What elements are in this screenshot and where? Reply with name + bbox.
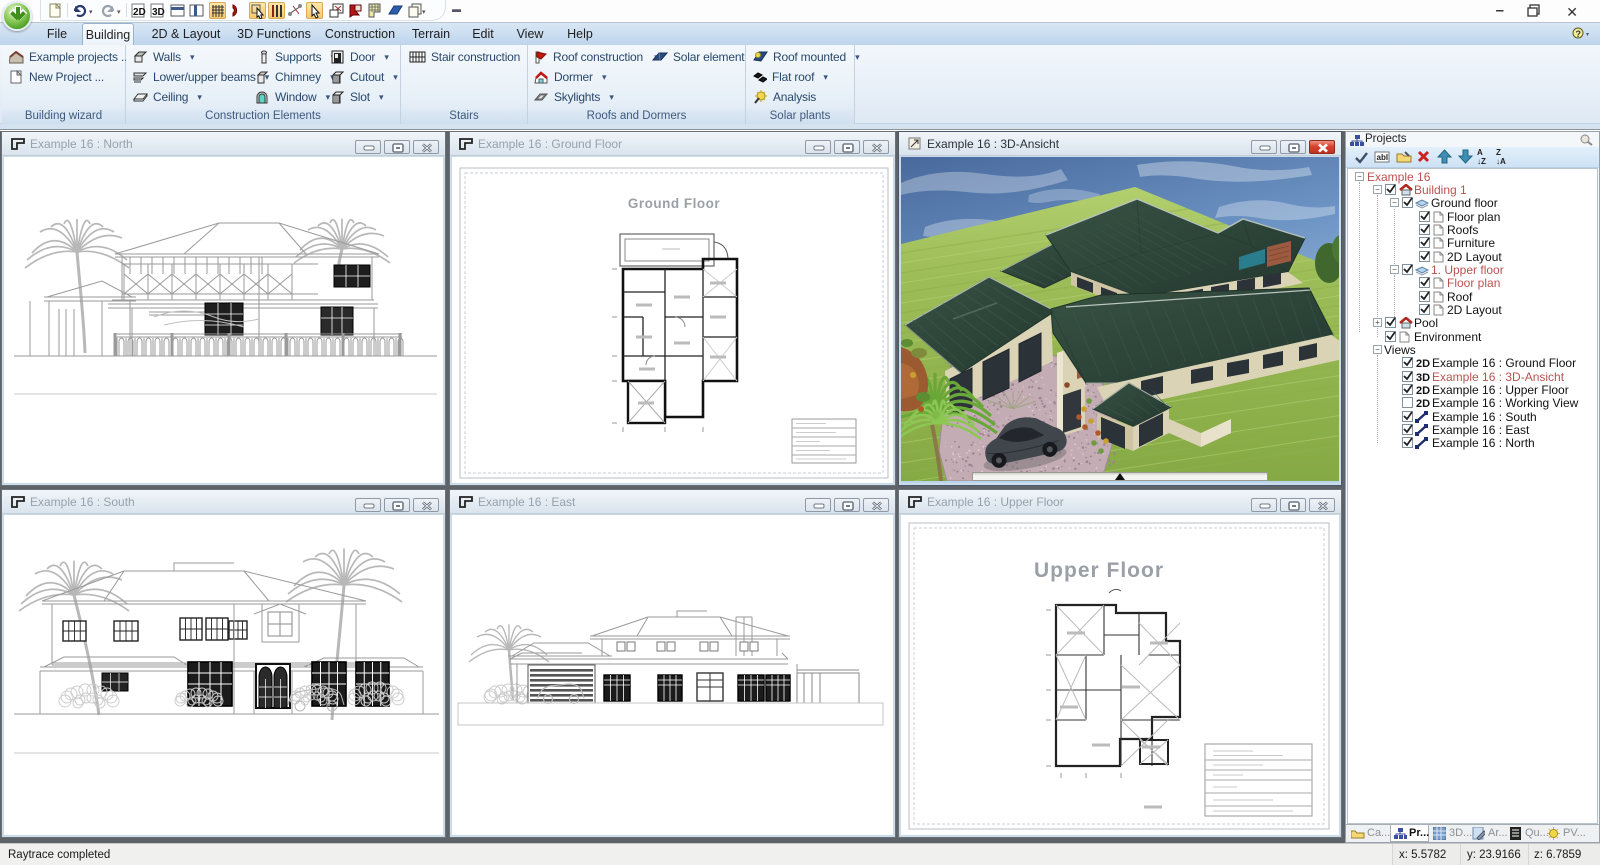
svg-text:3D: 3D — [152, 7, 165, 18]
svg-text:abl: abl — [1377, 153, 1389, 162]
svg-text:Ground Floor: Ground Floor — [628, 196, 720, 211]
svg-text:?: ? — [1576, 29, 1582, 39]
svg-text:Upper Floor: Upper Floor — [1034, 559, 1164, 582]
svg-text:2D: 2D — [133, 7, 146, 18]
